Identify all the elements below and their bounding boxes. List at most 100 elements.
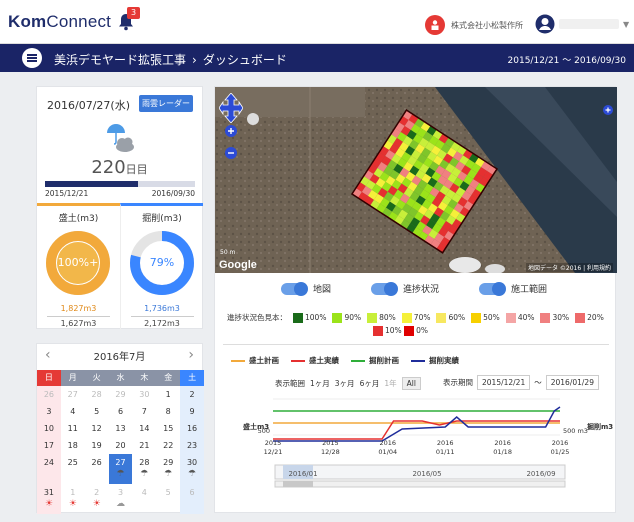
calendar-day[interactable]: 5	[156, 484, 180, 514]
y-left-tick: 500	[258, 427, 270, 435]
calendar-day[interactable]: 22	[156, 437, 180, 454]
map-expand-icon[interactable]	[603, 105, 613, 115]
x-tick-year: 2015	[265, 439, 282, 447]
company-icon	[425, 15, 445, 35]
notification-bell-icon[interactable]: 3	[118, 7, 140, 33]
user-name	[559, 19, 619, 29]
zoom-in-icon[interactable]	[225, 125, 237, 137]
cut-volume-panel: 掘削(m3) 79% 1,736m3 2,172m3	[120, 203, 203, 330]
map-attribution[interactable]: 地図データ ©2016 | 利用規約	[525, 263, 613, 272]
calendar-day[interactable]: 29 ☂	[156, 454, 180, 484]
calendar-day[interactable]: 30	[132, 386, 156, 403]
satellite-map[interactable]: 50 m Google 地図データ ©2016 | 利用規約	[215, 87, 617, 273]
hamburger-menu-icon[interactable]	[22, 48, 42, 68]
fill-title: 盛土(m3)	[58, 214, 99, 224]
calendar-day[interactable]: 4	[132, 484, 156, 514]
app-logo[interactable]: KomConnect	[8, 12, 111, 32]
next-month-icon[interactable]: ›	[188, 347, 194, 363]
calendar-day[interactable]: 14	[132, 420, 156, 437]
calendar-day[interactable]: 4	[61, 403, 85, 420]
calendar-day[interactable]: 26	[37, 386, 61, 403]
calendar-day[interactable]: 15	[156, 420, 180, 437]
legend-cut-actual[interactable]: 掘削実績	[411, 355, 459, 366]
prev-month-icon[interactable]: ‹	[45, 347, 51, 363]
calendar-day[interactable]: 21	[132, 437, 156, 454]
calendar-day[interactable]: 16	[180, 420, 204, 437]
calendar-day[interactable]: 27 ☂	[108, 454, 133, 484]
calendar-day[interactable]: 17	[37, 437, 61, 454]
scrollbar-thumb[interactable]	[283, 481, 313, 487]
calendar-day[interactable]: 20	[109, 437, 133, 454]
calendar-day[interactable]: 2	[180, 386, 204, 403]
fill-volume-panel: 盛土(m3) 100%+ 1,827m3 1,627m3	[37, 203, 120, 330]
legend-item: 100%	[293, 312, 326, 323]
calendar-day[interactable]: 3	[37, 403, 61, 420]
calendar-day[interactable]: 19	[85, 437, 109, 454]
breadcrumb-project[interactable]: 美浜デモヤード拡張工事	[54, 51, 186, 68]
calendar-day[interactable]: 6	[180, 484, 204, 514]
calendar-day[interactable]: 23	[180, 437, 204, 454]
calendar-day[interactable]: 27	[61, 386, 85, 403]
legend-fill-actual[interactable]: 盛土実績	[291, 355, 339, 366]
sun-icon: ☀	[68, 499, 77, 509]
calendar-day[interactable]: 31 ☀	[37, 484, 61, 514]
zoom-out-icon[interactable]	[225, 147, 237, 159]
calendar-day[interactable]: 10	[37, 420, 61, 437]
x-tick-date: 01/04	[378, 448, 397, 456]
legend-item: 90%	[332, 312, 361, 323]
toggle-progress[interactable]: 進捗状況	[371, 281, 439, 296]
x-tick-date: 01/18	[493, 448, 512, 456]
rain-icon: ☂	[188, 469, 197, 479]
toggle-map[interactable]: 地図	[281, 281, 331, 296]
calendar-day[interactable]: 2 ☀	[85, 484, 109, 514]
legend-item: 60%	[436, 312, 465, 323]
calendar-day[interactable]: 28	[85, 386, 109, 403]
navigator-scrollbar[interactable]	[274, 480, 566, 488]
toggle-work-area[interactable]: 施工範囲	[479, 281, 547, 296]
calendar-day[interactable]: 11	[61, 420, 85, 437]
calendar-day[interactable]: 29	[109, 386, 133, 403]
notification-badge: 3	[127, 7, 140, 19]
calendar-day[interactable]: 1	[156, 386, 180, 403]
calendar-day[interactable]: 6	[109, 403, 133, 420]
x-tick-year: 2016	[494, 439, 511, 447]
schedule-progress-bar	[45, 181, 195, 187]
calendar-day[interactable]: 3 ☁	[109, 484, 133, 514]
calendar-day[interactable]: 25	[61, 454, 85, 484]
breadcrumb-chevron-icon: ›	[192, 52, 197, 67]
map-layer-toggles: 地図 進捗状況 施工範囲	[281, 281, 547, 296]
calendar-day[interactable]: 7	[132, 403, 156, 420]
calendar-day[interactable]: 12	[85, 420, 109, 437]
calendar-day[interactable]: 13	[109, 420, 133, 437]
calendar-day[interactable]: 24	[37, 454, 61, 484]
rain-radar-button[interactable]: 雨雲レーダー	[139, 95, 193, 112]
calendar-day[interactable]: 28 ☂	[132, 454, 156, 484]
calendar-day[interactable]: 5	[85, 403, 109, 420]
x-tick-date: 01/11	[436, 448, 455, 456]
calendar-header: ‹ 2016年7月 ›	[37, 344, 202, 366]
weekday-header: 火	[84, 370, 109, 386]
calendar-day[interactable]: 1 ☀	[61, 484, 85, 514]
weekday-header: 月	[60, 370, 85, 386]
calendar-day[interactable]: 30 ☂	[180, 454, 204, 484]
toggle-switch[interactable]	[371, 281, 399, 296]
chart-legend: 盛土計画 盛土実績 掘削計画 掘削実績	[231, 355, 459, 366]
x-tick-year: 2016	[437, 439, 454, 447]
company-selector[interactable]: 株式会社小松製作所	[425, 15, 523, 35]
user-menu[interactable]: ▼	[535, 14, 629, 34]
x-tick-year: 2016	[380, 439, 397, 447]
calendar-day[interactable]: 18	[61, 437, 85, 454]
navigator-tick: 2016/01	[288, 470, 317, 478]
x-tick-year: 2016	[552, 439, 569, 447]
map-scale: 50 m	[220, 249, 236, 256]
calendar-day[interactable]: 9	[180, 403, 204, 420]
calendar-day[interactable]: 8	[156, 403, 180, 420]
legend-fill-plan[interactable]: 盛土計画	[231, 355, 279, 366]
legend-cut-plan[interactable]: 掘削計画	[351, 355, 399, 366]
toggle-switch[interactable]	[281, 281, 308, 296]
nav-bar: 美浜デモヤード拡張工事 › ダッシュボード 2015/12/21 ～ 2016/…	[0, 44, 634, 72]
toggle-switch[interactable]	[479, 281, 507, 296]
calendar-day[interactable]: 26	[85, 454, 109, 484]
map-pan-control-icon[interactable]	[219, 93, 243, 123]
legend-item: 30%	[540, 312, 569, 323]
